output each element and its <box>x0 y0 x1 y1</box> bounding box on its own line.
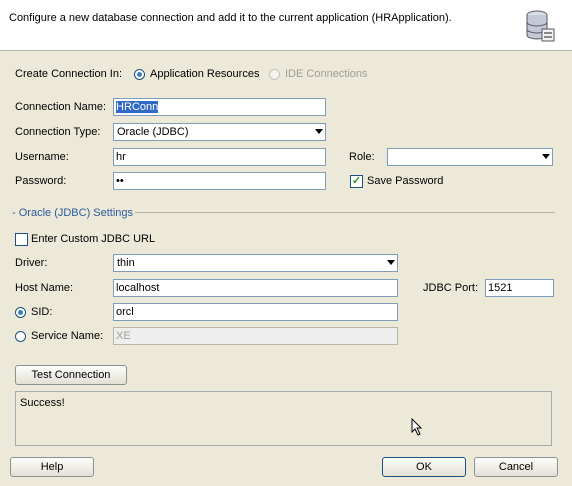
mouse-cursor-icon <box>411 418 423 436</box>
driver-value: thin <box>117 257 135 269</box>
jdbc-settings-heading: - Oracle (JDBC) Settings <box>12 207 134 219</box>
service-name-radio[interactable] <box>15 331 26 342</box>
cancel-button[interactable]: Cancel <box>474 457 558 477</box>
section-divider <box>135 212 555 213</box>
sid-label[interactable]: SID: <box>31 306 52 318</box>
password-label: Password: <box>15 175 67 187</box>
jdbc-port-field[interactable]: 1521 <box>485 279 554 297</box>
role-dropdown[interactable] <box>387 148 553 166</box>
username-label: Username: <box>15 151 69 163</box>
output-area: Success! <box>15 391 552 446</box>
jdbc-port-label: JDBC Port: <box>423 282 479 294</box>
database-icon <box>526 10 555 42</box>
jdbc-settings-label: Oracle (JDBC) Settings <box>18 207 134 219</box>
create-in-label: Create Connection In: <box>15 68 123 80</box>
dialog-header: Configure a new database connection and … <box>0 0 572 51</box>
role-label: Role: <box>349 151 375 163</box>
custom-jdbc-url-label[interactable]: Enter Custom JDBC URL <box>31 233 155 245</box>
application-resources-label[interactable]: Application Resources <box>150 68 259 80</box>
connection-name-value: HRConn <box>116 101 159 113</box>
service-name-label[interactable]: Service Name: <box>31 330 103 342</box>
application-resources-radio[interactable] <box>134 69 145 80</box>
connection-name-label: Connection Name: <box>15 101 107 113</box>
driver-label: Driver: <box>15 257 48 269</box>
sid-radio[interactable] <box>15 307 26 318</box>
chevron-down-icon <box>315 129 323 134</box>
save-password-label[interactable]: Save Password <box>367 175 443 187</box>
connection-name-field[interactable]: HRConn <box>113 98 326 116</box>
driver-dropdown[interactable]: thin <box>113 254 398 272</box>
test-connection-button[interactable]: Test Connection <box>15 365 127 385</box>
sid-field[interactable]: orcl <box>113 303 398 321</box>
service-name-field[interactable]: XE <box>113 327 398 345</box>
host-name-field[interactable]: localhost <box>113 279 398 297</box>
custom-jdbc-url-checkbox[interactable] <box>15 233 28 246</box>
username-field[interactable]: hr <box>113 148 326 166</box>
password-field[interactable]: •• <box>113 172 326 190</box>
connection-type-label: Connection Type: <box>15 126 101 138</box>
help-button[interactable]: Help <box>10 457 94 477</box>
chevron-down-icon <box>387 260 395 265</box>
header-description: Configure a new database connection and … <box>9 12 452 24</box>
ok-button[interactable]: OK <box>382 457 466 477</box>
output-text: Success! <box>20 397 65 409</box>
ide-connections-radio[interactable] <box>269 69 280 80</box>
connection-type-dropdown[interactable]: Oracle (JDBC) <box>113 123 326 141</box>
host-name-label: Host Name: <box>15 282 74 294</box>
save-password-checkbox[interactable]: ✓ <box>350 175 363 188</box>
chevron-down-icon <box>542 154 550 159</box>
ide-connections-label[interactable]: IDE Connections <box>285 68 368 80</box>
connection-type-value: Oracle (JDBC) <box>117 126 189 138</box>
